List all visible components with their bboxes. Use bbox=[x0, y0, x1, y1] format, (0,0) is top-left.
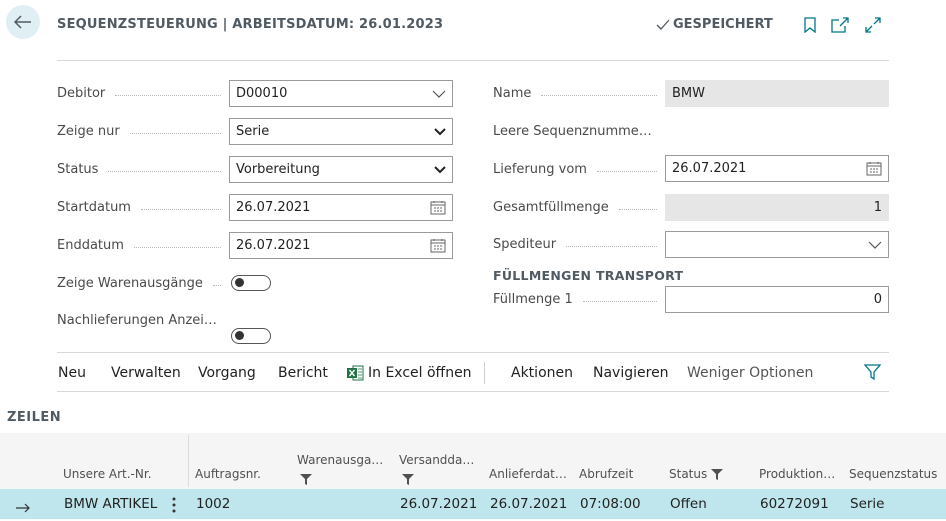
chevron-down-icon bbox=[432, 90, 446, 98]
fuellmenge-1-field[interactable]: 0 bbox=[665, 286, 889, 313]
header-divider bbox=[57, 60, 889, 61]
zeige-nur-select[interactable]: Serie bbox=[229, 118, 453, 145]
column-filter-icon[interactable] bbox=[711, 468, 724, 480]
checkmark-icon bbox=[656, 19, 670, 30]
lieferung-vom-field[interactable]: 26.07.2021 bbox=[665, 155, 889, 182]
column-divider bbox=[188, 435, 189, 487]
weniger-optionen-button[interactable]: Weniger Optionen bbox=[687, 365, 813, 381]
expand-icon[interactable] bbox=[864, 16, 882, 34]
gesamtfuellmenge-label: Gesamtfüllmenge bbox=[493, 200, 657, 215]
calendar-icon[interactable] bbox=[866, 161, 882, 176]
excel-button[interactable]: In Excel öffnen bbox=[347, 365, 472, 381]
column-header-abrufzeit[interactable]: Abrufzeit bbox=[579, 467, 633, 481]
column-header-status-label: Status bbox=[669, 467, 708, 481]
calendar-icon[interactable] bbox=[430, 238, 446, 253]
actionbar-bottom-divider bbox=[57, 391, 889, 392]
leere-sequenznummer-label: Leere Sequenznumme… bbox=[493, 124, 652, 139]
bookmark-icon[interactable] bbox=[801, 16, 819, 34]
navigieren-button[interactable]: Navigieren bbox=[593, 365, 669, 381]
name-field: BMW bbox=[665, 80, 889, 107]
spediteur-label: Spediteur bbox=[493, 237, 657, 252]
arrow-left-icon bbox=[14, 15, 31, 29]
verwalten-button[interactable]: Verwalten bbox=[111, 365, 181, 381]
name-label: Name bbox=[493, 86, 657, 101]
zeige-warenausgaenge-label: Zeige Warenausgänge bbox=[57, 276, 221, 291]
excel-icon bbox=[347, 365, 364, 381]
cell-auftragsnr[interactable]: 1002 bbox=[196, 496, 230, 512]
column-header-auftragsnr[interactable]: Auftragsnr. bbox=[195, 467, 261, 481]
zeige-warenausgaenge-toggle[interactable] bbox=[231, 275, 271, 291]
chevron-down-icon bbox=[434, 165, 446, 173]
actionbar-top-divider bbox=[57, 352, 889, 353]
back-button[interactable] bbox=[6, 5, 40, 39]
row-menu-icon[interactable] bbox=[172, 497, 176, 517]
column-header-art-nr[interactable]: Unsere Art.-Nr. bbox=[63, 467, 152, 481]
cell-produktion[interactable]: 60272091 bbox=[760, 496, 829, 512]
cell-status[interactable]: Offen bbox=[670, 496, 707, 512]
excel-label: In Excel öffnen bbox=[368, 365, 472, 381]
column-filter-icon[interactable] bbox=[300, 470, 312, 489]
enddatum-field[interactable]: 26.07.2021 bbox=[229, 232, 453, 259]
cell-versanddatum[interactable]: 26.07.2021 bbox=[400, 496, 477, 512]
saved-status: GESPEICHERT bbox=[656, 17, 773, 32]
column-header-anlieferdatum[interactable]: Anlieferdat… bbox=[489, 467, 567, 481]
startdatum-field[interactable]: 26.07.2021 bbox=[229, 194, 453, 221]
startdatum-label: Startdatum bbox=[57, 200, 221, 215]
page-title: SEQUENZSTEUERUNG | ARBEITSDATUM: 26.01.2… bbox=[57, 17, 444, 32]
chevron-down-icon bbox=[434, 127, 446, 135]
column-header-sequenzstatus[interactable]: Sequenzstatus bbox=[849, 467, 937, 481]
enddatum-label: Enddatum bbox=[57, 238, 221, 253]
lieferung-vom-label: Lieferung vom bbox=[493, 162, 657, 177]
cell-sequenzstatus[interactable]: Serie bbox=[850, 496, 884, 512]
debitor-label: Debitor bbox=[57, 86, 221, 101]
lines-title: ZEILEN bbox=[7, 410, 62, 425]
transport-section-title: FÜLLMENGEN TRANSPORT bbox=[493, 268, 684, 283]
fuellmenge-1-label: Füllmenge 1 bbox=[493, 292, 657, 307]
gesamtfuellmenge-field: 1 bbox=[665, 194, 889, 221]
actionbar-separator bbox=[484, 362, 485, 384]
status-label: Status bbox=[57, 162, 221, 177]
column-header-status[interactable]: Status bbox=[669, 467, 724, 481]
debitor-field[interactable]: D00010 bbox=[229, 80, 453, 107]
nachlieferungen-toggle[interactable] bbox=[231, 328, 271, 344]
cell-anlieferdatum[interactable]: 26.07.2021 bbox=[490, 496, 567, 512]
chevron-down-icon bbox=[868, 241, 882, 249]
column-filter-icon[interactable] bbox=[402, 470, 414, 489]
vorgang-button[interactable]: Vorgang bbox=[198, 365, 256, 381]
spediteur-field[interactable] bbox=[665, 231, 889, 258]
status-select[interactable]: Vorbereitung bbox=[229, 156, 453, 183]
column-header-warenausgang[interactable]: Warenausga… bbox=[297, 453, 383, 467]
cell-abrufzeit[interactable]: 07:08:00 bbox=[580, 496, 641, 512]
row-indicator-arrow-icon bbox=[16, 498, 30, 517]
column-header-versanddatum[interactable]: Versandda… bbox=[399, 453, 474, 467]
zeige-nur-label: Zeige nur bbox=[57, 124, 221, 139]
aktionen-button[interactable]: Aktionen bbox=[511, 365, 573, 381]
share-icon[interactable] bbox=[831, 16, 849, 34]
filter-icon[interactable] bbox=[863, 364, 882, 384]
cell-art-nr[interactable]: BMW ARTIKEL bbox=[64, 496, 157, 512]
calendar-icon[interactable] bbox=[430, 200, 446, 215]
nachlieferungen-label: Nachlieferungen Anzei… bbox=[57, 313, 217, 328]
saved-label: GESPEICHERT bbox=[673, 17, 773, 32]
bericht-button[interactable]: Bericht bbox=[278, 365, 328, 381]
column-header-produktion[interactable]: Produktion… bbox=[759, 467, 835, 481]
neu-button[interactable]: Neu bbox=[58, 365, 86, 381]
